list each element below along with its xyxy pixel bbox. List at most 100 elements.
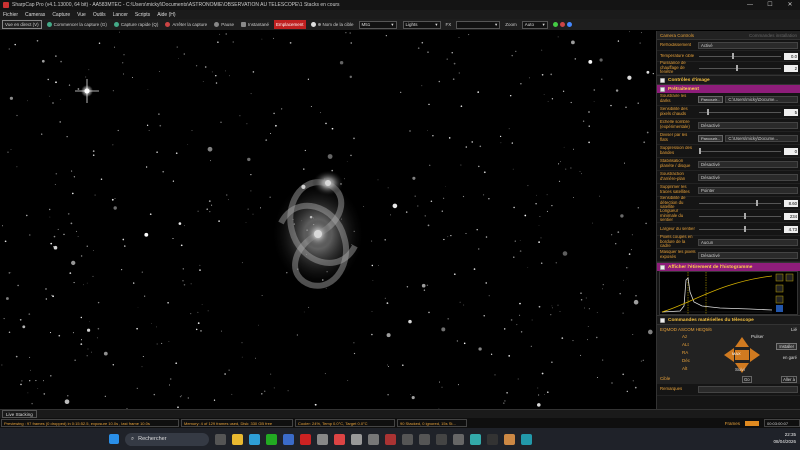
- heater-input[interactable]: 2: [784, 64, 798, 72]
- star: [562, 251, 568, 256]
- maximize-button[interactable]: ☐: [760, 0, 780, 10]
- menu-fichier[interactable]: Fichier: [3, 12, 18, 18]
- image-viewer[interactable]: [0, 31, 656, 409]
- hotpix-slider[interactable]: [699, 108, 781, 115]
- file-explorer-icon[interactable]: [232, 433, 243, 445]
- app-icon[interactable]: [419, 433, 430, 445]
- app-icon[interactable]: [300, 433, 311, 445]
- app-icon[interactable]: [504, 433, 515, 445]
- sat-sensitivity-slider[interactable]: [699, 199, 781, 206]
- sharpcap-icon[interactable]: [385, 433, 396, 445]
- star: [538, 241, 540, 243]
- snapshot-button[interactable]: Instantané: [239, 20, 271, 29]
- histogram-section[interactable]: Afficher l'étirement de l'histogramme: [657, 262, 800, 271]
- menu-lancer[interactable]: Lancer: [113, 12, 128, 18]
- toolbar: Vue en direct (V) Commencer la capture (…: [0, 19, 800, 31]
- remarks-input[interactable]: [698, 386, 798, 393]
- preprocessing-section[interactable]: Prétraitement: [657, 84, 800, 93]
- menu-aide[interactable]: Aide (H): [157, 12, 175, 18]
- star: [45, 288, 47, 290]
- trail-width-input[interactable]: 4.73: [784, 225, 798, 233]
- star: [121, 269, 123, 271]
- app-icon[interactable]: [368, 433, 379, 445]
- hotpix-input[interactable]: 5: [784, 108, 798, 116]
- frame-type-select[interactable]: Lights ▾: [402, 20, 441, 29]
- target-temp-slider[interactable]: [699, 52, 781, 59]
- close-button[interactable]: ✕: [780, 0, 800, 10]
- menu-scripts[interactable]: Scripts: [135, 12, 150, 18]
- center-button[interactable]: MAX: [732, 351, 741, 356]
- park-button[interactable]: en garé: [783, 355, 797, 360]
- whatsapp-icon[interactable]: [266, 433, 277, 445]
- app-icon[interactable]: [470, 433, 481, 445]
- app-icon[interactable]: [487, 433, 498, 445]
- background-select[interactable]: Désactivé: [698, 173, 798, 181]
- target-temp-input[interactable]: 0.0: [784, 52, 798, 60]
- framing-button[interactable]: Emplacement: [273, 20, 306, 29]
- flats-path[interactable]: C:\Users\micky\Docume...: [725, 134, 798, 142]
- satellite-select[interactable]: Pointer: [698, 186, 798, 194]
- app-icon[interactable]: [521, 433, 532, 445]
- trail-width-slider[interactable]: [699, 225, 781, 232]
- sat-sensitivity-input[interactable]: 8.60: [784, 199, 798, 207]
- image-controls-section[interactable]: Contrôles d'image: [657, 75, 800, 84]
- star: [646, 70, 650, 74]
- heater-slider[interactable]: [699, 64, 781, 71]
- extra-tools[interactable]: [551, 20, 574, 29]
- banding-slider[interactable]: [699, 147, 781, 154]
- app-icon[interactable]: [436, 433, 447, 445]
- tab-live-stacking[interactable]: Live Stacking: [2, 410, 37, 418]
- trail-length-input[interactable]: 234: [784, 212, 798, 220]
- app-icon[interactable]: [351, 433, 362, 445]
- pause-button[interactable]: Pause: [212, 20, 236, 29]
- track-checkbox[interactable]: Lié: [791, 327, 797, 332]
- menu-outils[interactable]: Outils: [93, 12, 106, 18]
- windows-start-icon[interactable]: [109, 434, 119, 444]
- start-capture-button[interactable]: Commencer la capture (G): [45, 20, 109, 29]
- flats-browse-button[interactable]: Parcourir...: [698, 134, 724, 142]
- trail-length-slider[interactable]: [699, 212, 781, 219]
- cooling-select[interactable]: Activé: [698, 41, 798, 49]
- edge-pixels-select[interactable]: Aucun: [698, 238, 798, 246]
- task-view-icon[interactable]: [215, 433, 226, 445]
- app-icon[interactable]: [317, 433, 328, 445]
- histogram[interactable]: [659, 271, 798, 315]
- stabilization-select[interactable]: Désactivé: [698, 160, 798, 168]
- star: [20, 383, 22, 386]
- fx-select[interactable]: ▾: [456, 20, 501, 29]
- zoom-select[interactable]: Auto ▾: [521, 20, 548, 29]
- install-button[interactable]: Installer: [776, 343, 797, 350]
- app-icon[interactable]: [334, 433, 345, 445]
- star: [646, 131, 649, 134]
- menu-capture[interactable]: Capture: [52, 12, 70, 18]
- app-icon[interactable]: [283, 433, 294, 445]
- star: [41, 59, 45, 63]
- menu-vue[interactable]: Vue: [77, 12, 86, 18]
- quick-capture-button[interactable]: Capture rapide (Q): [112, 20, 161, 29]
- live-view-button[interactable]: Vue en direct (V): [2, 20, 42, 29]
- taskbar-search[interactable]: ⌕ Rechercher: [125, 432, 209, 446]
- star: [622, 279, 624, 281]
- star: [255, 357, 256, 359]
- edge-icon[interactable]: [249, 433, 260, 445]
- minimized-tab[interactable]: Commandes installation: [749, 33, 797, 38]
- menu-cameras[interactable]: Cameras: [25, 12, 45, 18]
- minimize-button[interactable]: —: [740, 0, 760, 10]
- stop-capture-button[interactable]: Arrêter la capture: [163, 20, 209, 29]
- banding-input[interactable]: 0: [784, 147, 798, 155]
- goto-button[interactable]: Go: [742, 376, 752, 383]
- darkscale-select[interactable]: Désactivé: [698, 121, 798, 129]
- star: [520, 331, 523, 333]
- goto-to-button[interactable]: Aller à: [781, 376, 797, 383]
- darks-path[interactable]: C:\Users\micky\Docume...: [725, 95, 798, 103]
- darks-browse-button[interactable]: Parcourir...: [698, 95, 724, 103]
- star: [50, 242, 53, 245]
- app-icon[interactable]: [453, 433, 464, 445]
- system-clock[interactable]: 22:35 08/04/2026: [773, 431, 796, 445]
- star: [506, 392, 508, 394]
- app-icon[interactable]: [402, 433, 413, 445]
- target-name-input[interactable]: M51 ▾: [358, 20, 397, 29]
- mask-select[interactable]: Désactivé: [698, 251, 798, 259]
- telescope-section[interactable]: Commandes matérielles du télescope: [657, 315, 800, 324]
- star: [572, 340, 574, 342]
